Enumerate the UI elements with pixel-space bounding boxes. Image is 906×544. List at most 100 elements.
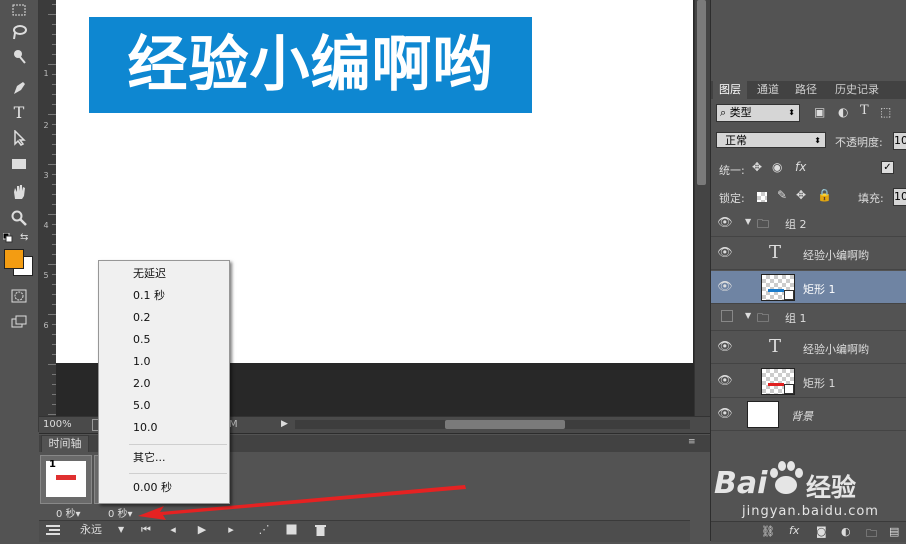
menu-item-delay[interactable]: 0.1 秒 [100,285,228,307]
layer-row-group[interactable]: ▼ 🗀 组 1 [711,304,906,331]
eye-icon[interactable]: 👁 [717,245,733,259]
panel-menu-icon[interactable]: ≡ [688,437,696,447]
duplicate-frame-icon[interactable] [281,521,301,539]
zoom-level[interactable]: 100% [43,419,72,430]
fill-input[interactable]: 10 [893,188,906,206]
screen-mode-icon[interactable] [6,312,32,332]
lasso-tool-icon[interactable] [6,22,32,42]
layer-row-text[interactable]: 👁 T 经验小编啊哟 [711,331,906,364]
lock-all-icon[interactable]: 🔒 [817,188,832,202]
text-layer-icon: T [769,242,782,263]
ruler-label: 6 [43,321,49,330]
zoom-tool-icon[interactable] [6,208,32,228]
layer-name: 经验小编啊哟 [803,249,869,262]
eye-icon[interactable]: 👁 [717,373,733,387]
blend-mode-select[interactable]: 正常 ⬍ [716,132,826,148]
propagate-frame-checkbox[interactable]: ✓ [881,161,894,174]
horizontal-scrollbar[interactable] [295,420,690,429]
layer-row-shape-selected[interactable]: 👁 矩形 1 [711,271,906,304]
opacity-input[interactable]: 10 [893,132,906,150]
next-frame-icon[interactable]: ▸ [221,521,241,539]
ruler-label: 2 [43,121,49,130]
layer-name: 组 2 [785,218,807,231]
play-icon[interactable]: ▶ [192,521,212,539]
hand-tool-icon[interactable] [6,182,32,202]
first-frame-icon[interactable]: ⏮ [136,521,156,539]
layer-row-background[interactable]: 👁 背景 [711,398,906,431]
default-colors-icon[interactable] [2,232,13,243]
menu-separator [129,473,227,474]
foreground-color-swatch[interactable] [4,249,24,269]
previous-frame-icon[interactable]: ◂ [163,521,183,539]
disclosure-triangle-icon[interactable]: ▼ [745,217,751,226]
layer-name: 组 1 [785,312,807,325]
tab-channels[interactable]: 通道 [751,81,785,99]
path-select-tool-icon[interactable] [6,128,32,148]
lock-label: 锁定: [719,192,745,205]
frame-delay[interactable]: 0 秒▾ [56,505,81,520]
quick-mask-icon[interactable] [6,286,32,306]
ruler-tick [48,364,56,365]
eye-icon[interactable]: 👁 [717,406,733,420]
lock-brush-icon[interactable]: ✎ [777,188,787,202]
eye-icon[interactable]: 👁 [717,339,733,353]
horizontal-scrollbar-thumb[interactable] [445,420,565,429]
menu-item-delay[interactable]: 2.0 [100,373,228,395]
layer-row-shape[interactable]: 👁 矩形 1 [711,365,906,398]
unify-position-icon[interactable]: ✥ [752,160,762,174]
menu-item-other[interactable]: 其它... [100,447,228,469]
lock-transparency-icon[interactable] [757,192,767,202]
quick-select-tool-icon[interactable] [6,46,32,66]
layer-name: 矩形 1 [803,283,836,296]
status-expand-arrow-icon[interactable]: ▶ [281,419,288,429]
vertical-scrollbar-thumb[interactable] [697,0,706,185]
search-icon: ⌕ [720,106,727,119]
unify-style-icon[interactable]: fx [795,160,806,174]
ruler-tick [48,114,56,115]
ruler-tick [48,64,56,65]
layer-filter-select[interactable]: ⌕ 类型 ⬍ [716,104,800,122]
fill-value: 10 [894,190,906,203]
tab-paths[interactable]: 路径 [789,81,823,99]
eye-icon[interactable]: 👁 [717,279,733,293]
menu-item-delay[interactable]: 1.0 [100,351,228,373]
watermark-url: jingyan.baidu.com [742,504,879,519]
animation-frame[interactable]: 1 [40,455,92,504]
loop-select[interactable]: 永远 ▼ [72,521,128,539]
tab-history[interactable]: 历史记录 [828,81,886,99]
paw-icon [770,461,803,494]
menu-item-current-delay[interactable]: 0.00 秒 [100,477,228,499]
doc-info: M [229,419,238,430]
visibility-off-box[interactable] [721,310,733,322]
swap-colors-icon[interactable]: ⇆ [20,232,32,244]
unify-visibility-icon[interactable]: ◉ [772,160,782,174]
filter-pixel-icon[interactable]: ▣ [814,105,825,119]
menu-item-delay[interactable]: 0.5 [100,329,228,351]
filter-type-icon[interactable]: T [860,103,869,118]
tab-timeline[interactable]: 时间轴 [41,435,89,452]
tween-icon[interactable]: ⋰ [254,521,274,539]
convert-timeline-icon[interactable] [42,521,64,539]
layer-row-group[interactable]: 👁 ▼ 🗀 组 2 [711,210,906,237]
vertical-ruler: 1 2 3 4 5 6 [39,0,57,416]
tools-panel: T ⇆ [0,0,39,432]
menu-item-delay[interactable]: 5.0 [100,395,228,417]
menu-item-no-delay[interactable]: 无延迟 [100,263,228,285]
lock-position-icon[interactable]: ✥ [796,188,806,202]
pen-tool-icon[interactable] [6,78,32,98]
frame-delay[interactable]: 0 秒▾ [108,505,133,520]
menu-item-delay[interactable]: 10.0 [100,417,228,439]
upper-panel-area [711,0,906,80]
opacity-label: 不透明度: [835,136,883,149]
type-tool-icon[interactable]: T [6,102,32,122]
menu-item-delay[interactable]: 0.2 [100,307,228,329]
filter-adjustment-icon[interactable]: ◐ [838,105,848,119]
tab-layers[interactable]: 图层 [713,81,747,99]
rectangle-tool-icon[interactable] [6,154,32,174]
eye-icon[interactable]: 👁 [717,215,733,229]
delete-frame-icon[interactable] [310,521,330,539]
filter-shape-icon[interactable]: ⬚ [880,105,891,119]
layer-row-text[interactable]: 👁 T 经验小编啊哟 [711,237,906,270]
marquee-tool-icon[interactable] [6,0,32,20]
disclosure-triangle-icon[interactable]: ▼ [745,311,751,320]
